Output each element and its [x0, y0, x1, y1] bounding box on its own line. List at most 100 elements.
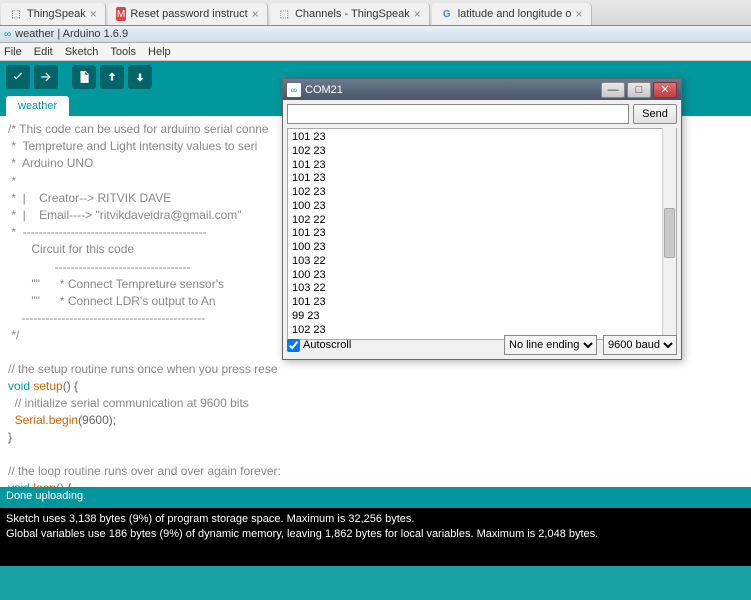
code-line: * | Email----> "ritvikdaveidra@gmail.com…: [8, 208, 242, 222]
serial-line: 103 22: [292, 255, 672, 269]
minimize-icon: —: [608, 84, 619, 96]
menu-help[interactable]: Help: [148, 46, 171, 58]
site-icon: M: [116, 7, 127, 21]
browser-tab[interactable]: Glatitude and longitude o ×: [432, 3, 592, 25]
menu-edit[interactable]: Edit: [34, 46, 53, 58]
serial-line: 101 23: [292, 131, 672, 145]
menu-sketch[interactable]: Sketch: [65, 46, 99, 58]
build-output: Sketch uses 3,138 bytes (9%) of program …: [0, 508, 751, 566]
code-line: * | Creator--> RITVIK DAVE: [8, 191, 171, 205]
arrow-up-icon: [105, 70, 119, 84]
close-icon: ✕: [660, 83, 669, 96]
browser-tab-label: ThingSpeak: [27, 8, 86, 20]
menu-tools[interactable]: Tools: [110, 46, 136, 58]
scrollbar-thumb[interactable]: [664, 208, 675, 258]
upload-button[interactable]: [34, 65, 58, 89]
browser-tab-label: Reset password instruct: [130, 8, 247, 20]
serial-line: 101 23: [292, 296, 672, 310]
serial-line: 103 22: [292, 282, 672, 296]
code-line: // the loop routine runs over and over a…: [8, 464, 281, 478]
code-line: * Tempreture and Light intensity values …: [8, 139, 257, 153]
verify-button[interactable]: [6, 65, 30, 89]
browser-tab[interactable]: ⬚ Channels - ThingSpeak ×: [270, 3, 430, 25]
serial-line: 100 23: [292, 269, 672, 283]
check-icon: [11, 70, 25, 84]
serial-line: 101 23: [292, 172, 672, 186]
file-icon: [77, 70, 91, 84]
console-line: Global variables use 186 bytes (9%) of d…: [6, 527, 745, 542]
baud-select[interactable]: 9600 baud: [603, 335, 677, 355]
code-line: // initialize serial communication at 96…: [8, 396, 252, 410]
serial-line: 99 23: [292, 310, 672, 324]
code-token: () {: [56, 481, 71, 487]
arrow-right-icon: [39, 70, 53, 84]
code-token: .begin: [45, 413, 78, 427]
browser-tab-strip: ⬚ ThingSpeak × MReset password instruct × ⬚…: [0, 0, 751, 26]
serial-input[interactable]: [287, 104, 629, 124]
code-line: "" * Connect LDR's output to An: [8, 294, 216, 308]
bottom-panel: [0, 566, 751, 600]
arduino-icon: ∞: [4, 29, 11, 40]
autoscroll-label: Autoscroll: [303, 339, 351, 351]
serial-output[interactable]: 101 23102 23101 23101 23102 23100 23102 …: [287, 128, 677, 340]
code-line: }: [8, 430, 12, 444]
serial-line: 101 23: [292, 227, 672, 241]
app-title-bar: ∞ weather | Arduino 1.6.9: [0, 26, 751, 43]
browser-tab-label: latitude and longitude o: [458, 8, 572, 20]
browser-tab[interactable]: MReset password instruct ×: [108, 3, 268, 25]
status-bar: Done uploading.: [0, 487, 751, 508]
minimize-button[interactable]: —: [601, 82, 625, 98]
code-token: void: [8, 481, 30, 487]
serial-title: COM21: [305, 84, 343, 96]
serial-title-bar[interactable]: ∞ COM21 — □ ✕: [283, 79, 681, 100]
send-button[interactable]: Send: [633, 104, 677, 124]
code-token: (9600);: [78, 413, 116, 427]
autoscroll-checkbox[interactable]: Autoscroll: [287, 339, 351, 352]
serial-line: 100 23: [292, 200, 672, 214]
maximize-icon: □: [636, 84, 643, 96]
code-line: * --------------------------------------…: [8, 225, 207, 239]
browser-tab[interactable]: ⬚ ThingSpeak ×: [1, 3, 106, 25]
serial-line: 102 23: [292, 186, 672, 200]
code-token: void: [8, 379, 30, 393]
browser-tab-label: Channels - ThingSpeak: [295, 8, 410, 20]
code-token: Serial: [8, 413, 45, 427]
close-button[interactable]: ✕: [653, 82, 677, 98]
console-line: Sketch uses 3,138 bytes (9%) of program …: [6, 512, 745, 527]
code-line: /* This code can be used for arduino ser…: [8, 122, 269, 136]
code-token: setup: [30, 379, 63, 393]
line-ending-select[interactable]: No line ending: [504, 335, 597, 355]
code-line: Circuit for this code: [8, 242, 134, 256]
new-button[interactable]: [72, 65, 96, 89]
autoscroll-input[interactable]: [287, 339, 300, 352]
arduino-icon: ∞: [287, 83, 301, 97]
code-token: () {: [63, 379, 78, 393]
code-line: * Arduino UNO: [8, 156, 93, 170]
site-icon: G: [440, 7, 454, 21]
code-line: "" * Connect Tempreture sensor's: [8, 277, 224, 291]
close-icon[interactable]: ×: [414, 7, 421, 21]
maximize-button[interactable]: □: [627, 82, 651, 98]
menu-file[interactable]: File: [4, 46, 22, 58]
code-line: // the setup routine runs once when you …: [8, 362, 278, 376]
arrow-down-icon: [133, 70, 147, 84]
app-title: weather | Arduino 1.6.9: [15, 28, 128, 40]
code-line: ----------------------------------: [8, 260, 191, 274]
site-icon: ⬚: [278, 7, 291, 21]
close-icon[interactable]: ×: [576, 7, 583, 21]
menu-bar: File Edit Sketch Tools Help: [0, 43, 751, 61]
code-token: loop: [30, 481, 56, 487]
save-button[interactable]: [128, 65, 152, 89]
serial-line: 101 23: [292, 159, 672, 173]
close-icon[interactable]: ×: [252, 7, 259, 21]
scrollbar[interactable]: [662, 128, 676, 338]
serial-monitor-window: ∞ COM21 — □ ✕ Send 101 23102 23101 23101…: [282, 78, 682, 360]
open-button[interactable]: [100, 65, 124, 89]
code-line: ----------------------------------------…: [8, 311, 205, 325]
editor-tab[interactable]: weather: [6, 96, 69, 116]
serial-line: 102 23: [292, 145, 672, 159]
serial-line: 102 22: [292, 214, 672, 228]
close-icon[interactable]: ×: [90, 7, 97, 21]
site-icon: ⬚: [9, 7, 23, 21]
code-line: *: [8, 174, 23, 188]
